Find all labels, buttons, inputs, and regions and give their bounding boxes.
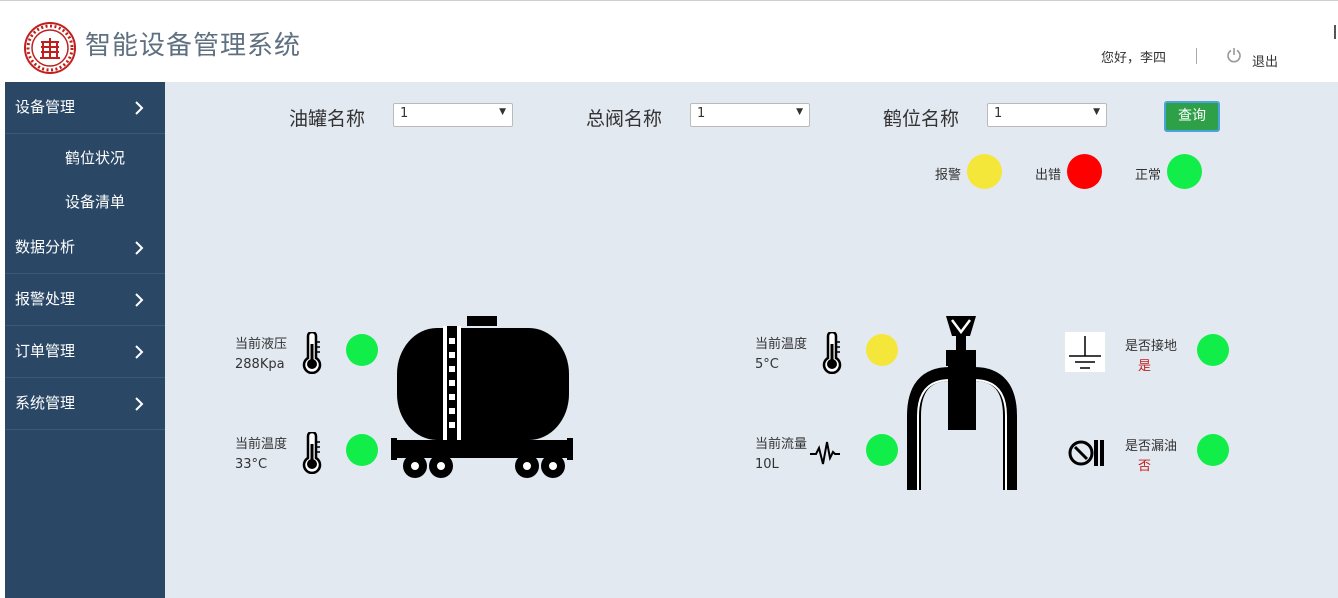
chevron-right-icon (135, 241, 144, 255)
crane-flow-status-dot (866, 434, 898, 466)
chevron-right-icon (135, 397, 144, 411)
sidebar-item-label: 报警处理 (15, 290, 76, 308)
app-title: 智能设备管理系统 (85, 31, 302, 61)
crane-flow-value: 10L (755, 457, 779, 472)
crane-name-select[interactable]: 1 ▼ (987, 103, 1107, 127)
window-edge-mark (1334, 25, 1336, 39)
legend-normal-dot (1167, 154, 1202, 189)
sidebar-subitem-crane-status[interactable]: 鹤位状况 (5, 135, 165, 179)
header-divider (1196, 48, 1197, 64)
crane-temp-value: 5°C (755, 357, 779, 372)
thermometer-icon (822, 332, 842, 374)
sidebar-item-label: 设备管理 (15, 98, 76, 116)
crane-leak-status-dot (1197, 434, 1229, 466)
main-panel: 油罐名称 1 ▼ 总阀名称 1 ▼ 鹤位名称 1 ▼ 查询 报警 出错 正常 当… (165, 82, 1338, 598)
tank-name-label: 油罐名称 (289, 108, 366, 130)
crane-ground-value: 是 (1138, 359, 1152, 374)
sidebar-item-device-management[interactable]: 设备管理 (5, 82, 165, 134)
sidebar-item-data-analysis[interactable]: 数据分析 (5, 222, 165, 274)
crane-leak-value: 否 (1138, 459, 1152, 474)
dropdown-arrow-icon: ▼ (499, 107, 506, 117)
chevron-right-icon (135, 345, 144, 359)
legend-alarm-dot (967, 154, 1002, 189)
pulse-icon (810, 441, 840, 465)
power-icon[interactable] (1226, 47, 1242, 63)
sidebar-item-label: 订单管理 (15, 342, 76, 360)
user-greeting: 您好，李四 (1101, 51, 1167, 66)
tank-pressure-status-dot (346, 334, 378, 366)
sidebar-subitem-label: 鹤位状况 (65, 149, 126, 167)
thermometer-icon (302, 332, 322, 374)
tank-name-value: 1 (400, 106, 409, 121)
legend-error-label: 出错 (1035, 168, 1062, 183)
valve-name-select[interactable]: 1 ▼ (690, 103, 810, 127)
sidebar: 设备管理 鹤位状况 设备清单 数据分析 报警处理 订单管理 系统管理 (5, 82, 165, 598)
crane-ground-label: 是否接地 (1125, 339, 1178, 354)
sidebar-item-label: 数据分析 (15, 238, 76, 256)
sidebar-subitem-device-list[interactable]: 设备清单 (5, 179, 165, 223)
crane-temp-status-dot (866, 334, 898, 366)
sidebar-item-system-management[interactable]: 系统管理 (5, 378, 165, 430)
crane-name-label: 鹤位名称 (883, 108, 960, 130)
legend-alarm-label: 报警 (935, 168, 962, 183)
chevron-right-icon (135, 101, 144, 115)
tank-name-select[interactable]: 1 ▼ (393, 103, 513, 127)
sidebar-item-alarm-handling[interactable]: 报警处理 (5, 274, 165, 326)
tank-temp-label: 当前温度 (235, 437, 288, 452)
sidebar-item-order-management[interactable]: 订单管理 (5, 326, 165, 378)
tank-car-icon (391, 316, 573, 478)
crane-name-value: 1 (994, 106, 1003, 121)
chevron-right-icon (135, 293, 144, 307)
valve-name-label: 总阀名称 (586, 108, 663, 130)
sidebar-subitem-label: 设备清单 (65, 193, 126, 211)
dropdown-arrow-icon: ▼ (796, 107, 803, 117)
university-logo-icon (24, 22, 76, 74)
dropdown-arrow-icon: ▼ (1093, 107, 1100, 117)
legend-error-dot (1067, 154, 1102, 189)
valve-name-value: 1 (697, 106, 706, 121)
tank-pressure-label: 当前液压 (235, 337, 288, 352)
tank-temp-value: 33°C (235, 457, 268, 472)
header: 智能设备管理系统 您好，李四 退出 (0, 1, 1338, 82)
loading-arm-icon (907, 316, 1017, 490)
logout-link[interactable]: 退出 (1252, 51, 1278, 70)
valve-icon (1068, 440, 1104, 466)
thermometer-icon (302, 432, 322, 474)
tank-temp-status-dot (346, 434, 378, 466)
legend-normal-label: 正常 (1135, 168, 1162, 183)
sidebar-item-label: 系统管理 (15, 394, 76, 412)
tank-pressure-value: 288Kpa (235, 357, 285, 372)
ground-icon (1065, 332, 1105, 372)
crane-ground-status-dot (1197, 334, 1229, 366)
crane-leak-label: 是否漏油 (1125, 439, 1178, 454)
crane-temp-label: 当前温度 (755, 337, 808, 352)
query-button[interactable]: 查询 (1164, 101, 1220, 132)
crane-flow-label: 当前流量 (755, 437, 808, 452)
